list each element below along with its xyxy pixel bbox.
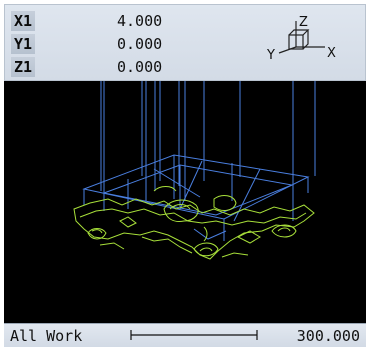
axis-value: 0.000 (117, 35, 163, 53)
scale-value: 300.000 (296, 327, 360, 345)
simulation-screen: X1 4.000 Y1 0.000 Z1 0.000 Z X Y All Wor… (0, 0, 373, 349)
axis-label: Y1 (11, 34, 35, 54)
axis-value: 4.000 (117, 12, 163, 30)
status-bar: All Work 300.000 (4, 323, 366, 347)
axis-row-x1: X1 4.000 (5, 11, 205, 33)
toolpath-graphic-view[interactable] (4, 81, 366, 323)
axis-row-z1: Z1 0.000 (5, 57, 205, 79)
coordinate-panel: X1 4.000 Y1 0.000 Z1 0.000 Z X Y (4, 4, 366, 81)
axis-label: Z1 (11, 57, 35, 77)
axis-label: X1 (11, 11, 35, 31)
triad-x-label: X (327, 46, 336, 61)
triad-y-label: Y (266, 48, 275, 63)
coordinate-triad-icon: Z X Y (266, 15, 336, 63)
view-mode-label: All Work (10, 327, 83, 345)
axis-value: 0.000 (117, 58, 163, 76)
axis-row-y1: Y1 0.000 (5, 34, 205, 56)
scale-bar (130, 330, 258, 340)
triad-z-label: Z (299, 15, 308, 30)
